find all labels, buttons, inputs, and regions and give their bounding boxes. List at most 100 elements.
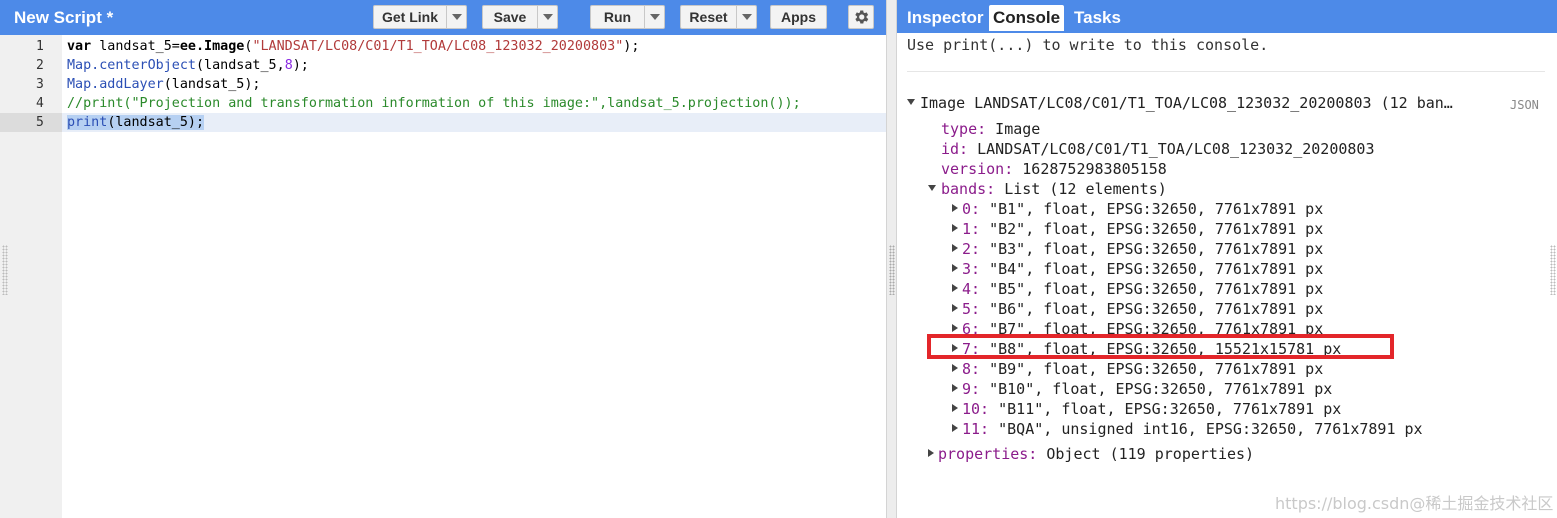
code-token: ); (292, 58, 309, 73)
property-key: type: (941, 120, 987, 138)
band-row[interactable]: 8: "B9", float, EPSG:32650, 7761x7891 px (952, 359, 1323, 379)
tab-bar: Inspector Console Tasks (897, 0, 1557, 33)
code-editor-panel: New Script * Get Link Save Run Reset App… (0, 0, 888, 518)
editor-toolbar: New Script * Get Link Save Run Reset App… (0, 0, 888, 35)
collapsed-triangle-icon[interactable] (952, 263, 958, 272)
code-token: (landsat_5, (196, 58, 285, 73)
band-index: 10: (962, 400, 990, 418)
property-value: LANDSAT/LC08/C01/T1_TOA/LC08_123032_2020… (968, 140, 1375, 158)
band-row[interactable]: 11: "BQA", unsigned int16, EPSG:32650, 7… (952, 419, 1423, 439)
get-link-dropdown[interactable] (446, 6, 466, 28)
line-number: 2 (36, 58, 44, 73)
get-link-label[interactable]: Get Link (374, 6, 446, 28)
chevron-down-icon (451, 14, 462, 20)
band-description: "B9", float, EPSG:32650, 7761x7891 px (980, 360, 1324, 378)
save-dropdown[interactable] (537, 6, 557, 28)
band-index: 3: (962, 260, 981, 278)
band-index: 0: (962, 200, 981, 218)
line-number: 1 (36, 39, 44, 54)
code-token: print (67, 115, 108, 130)
console-output: Use print(...) to write to this console.… (897, 33, 1557, 518)
code-token: ee.Image (179, 39, 245, 54)
image-header-text: Image LANDSAT/LC08/C01/T1_TOA/LC08_12303… (920, 94, 1453, 112)
band-row[interactable]: 1: "B2", float, EPSG:32650, 7761x7891 px (952, 219, 1323, 239)
panel-splitter[interactable] (886, 0, 897, 518)
apps-button[interactable]: Apps (770, 5, 827, 29)
gear-icon (855, 10, 869, 24)
expanded-triangle-icon[interactable] (907, 98, 915, 105)
band-row[interactable]: 4: "B5", float, EPSG:32650, 7761x7891 px (952, 279, 1323, 299)
property-key: properties: (938, 445, 1038, 463)
bands-row[interactable]: bands: List (12 elements) (928, 179, 1167, 199)
reset-label[interactable]: Reset (681, 6, 736, 28)
reset-dropdown[interactable] (736, 6, 756, 28)
code-line[interactable]: //print("Projection and transformation i… (62, 94, 886, 113)
line-numbers: 1 2 3 4 5 (0, 37, 62, 132)
band-description: "B3", float, EPSG:32650, 7761x7891 px (980, 240, 1324, 258)
line-number: 3 (36, 77, 44, 92)
code-token: "LANDSAT/LC08/C01/T1_TOA/LC08_123032_202… (252, 39, 624, 54)
collapsed-triangle-icon[interactable] (952, 403, 958, 412)
chevron-down-icon (649, 14, 660, 20)
collapsed-triangle-icon[interactable] (952, 203, 958, 212)
band-index: 4: (962, 280, 981, 298)
property-value: 1628752983805158 (1013, 160, 1167, 178)
code-line[interactable]: Map.addLayer(landsat_5); (62, 75, 886, 94)
code-line[interactable]: Map.centerObject(landsat_5,8); (62, 56, 886, 75)
band-index: 5: (962, 300, 981, 318)
band-row[interactable]: 9: "B10", float, EPSG:32650, 7761x7891 p… (952, 379, 1332, 399)
property-key: version: (941, 160, 1014, 178)
splitter-grip[interactable] (889, 245, 895, 295)
resize-grip[interactable] (2, 245, 8, 295)
collapsed-triangle-icon[interactable] (952, 283, 958, 292)
watermark: https://blog.csdn@稀土掘金技术社区 (1275, 494, 1554, 513)
line-number-active: 5 (0, 113, 62, 132)
band-row[interactable]: 5: "B6", float, EPSG:32650, 7761x7891 px (952, 299, 1323, 319)
band-index: 9: (962, 380, 981, 398)
save-label[interactable]: Save (483, 6, 537, 28)
settings-button[interactable] (848, 5, 874, 29)
property-value: Image (986, 120, 1041, 138)
band-row[interactable]: 10: "B11", float, EPSG:32650, 7761x7891 … (952, 399, 1341, 419)
run-button[interactable]: Run (590, 5, 665, 29)
resize-grip[interactable] (1550, 245, 1556, 295)
collapsed-triangle-icon[interactable] (952, 223, 958, 232)
collapsed-triangle-icon[interactable] (952, 243, 958, 252)
run-label[interactable]: Run (591, 6, 644, 28)
code-line[interactable]: var landsat_5=ee.Image("LANDSAT/LC08/C01… (62, 37, 886, 56)
collapsed-triangle-icon[interactable] (928, 448, 934, 457)
band-index: 1: (962, 220, 981, 238)
collapsed-triangle-icon[interactable] (952, 303, 958, 312)
expanded-triangle-icon[interactable] (928, 184, 936, 191)
collapsed-triangle-icon[interactable] (952, 363, 958, 372)
tab-inspector[interactable]: Inspector (903, 5, 988, 31)
image-header-row[interactable]: Image LANDSAT/LC08/C01/T1_TOA/LC08_12303… (907, 93, 1453, 113)
get-link-button[interactable]: Get Link (373, 5, 467, 29)
tab-tasks[interactable]: Tasks (1070, 5, 1125, 31)
band-row[interactable]: 0: "B1", float, EPSG:32650, 7761x7891 px (952, 199, 1323, 219)
property-value: List (12 elements) (995, 180, 1167, 198)
code-area[interactable]: var landsat_5=ee.Image("LANDSAT/LC08/C01… (62, 37, 886, 132)
code-token: Map.addLayer (67, 77, 164, 92)
code-token: landsat_5= (91, 39, 180, 54)
apps-label[interactable]: Apps (771, 6, 826, 28)
band-description: "B10", float, EPSG:32650, 7761x7891 px (980, 380, 1333, 398)
code-line-active[interactable]: print(landsat_5); (62, 113, 886, 132)
properties-row[interactable]: properties: Object (119 properties) (928, 444, 1254, 464)
band-description: "B4", float, EPSG:32650, 7761x7891 px (980, 260, 1324, 278)
collapsed-triangle-icon[interactable] (952, 383, 958, 392)
script-title[interactable]: New Script * (14, 8, 113, 28)
property-key: bands: (941, 180, 996, 198)
band-row[interactable]: 2: "B3", float, EPSG:32650, 7761x7891 px (952, 239, 1323, 259)
red-highlight-box (927, 334, 1394, 359)
line-number: 4 (36, 96, 44, 111)
run-dropdown[interactable] (644, 6, 664, 28)
save-button[interactable]: Save (482, 5, 558, 29)
id-row: id: LANDSAT/LC08/C01/T1_TOA/LC08_123032_… (941, 139, 1374, 159)
collapsed-triangle-icon[interactable] (952, 423, 958, 432)
reset-button[interactable]: Reset (680, 5, 757, 29)
band-row[interactable]: 3: "B4", float, EPSG:32650, 7761x7891 px (952, 259, 1323, 279)
collapsed-triangle-icon[interactable] (952, 323, 958, 332)
json-link[interactable]: JSON (1510, 98, 1539, 112)
tab-console[interactable]: Console (989, 5, 1065, 31)
